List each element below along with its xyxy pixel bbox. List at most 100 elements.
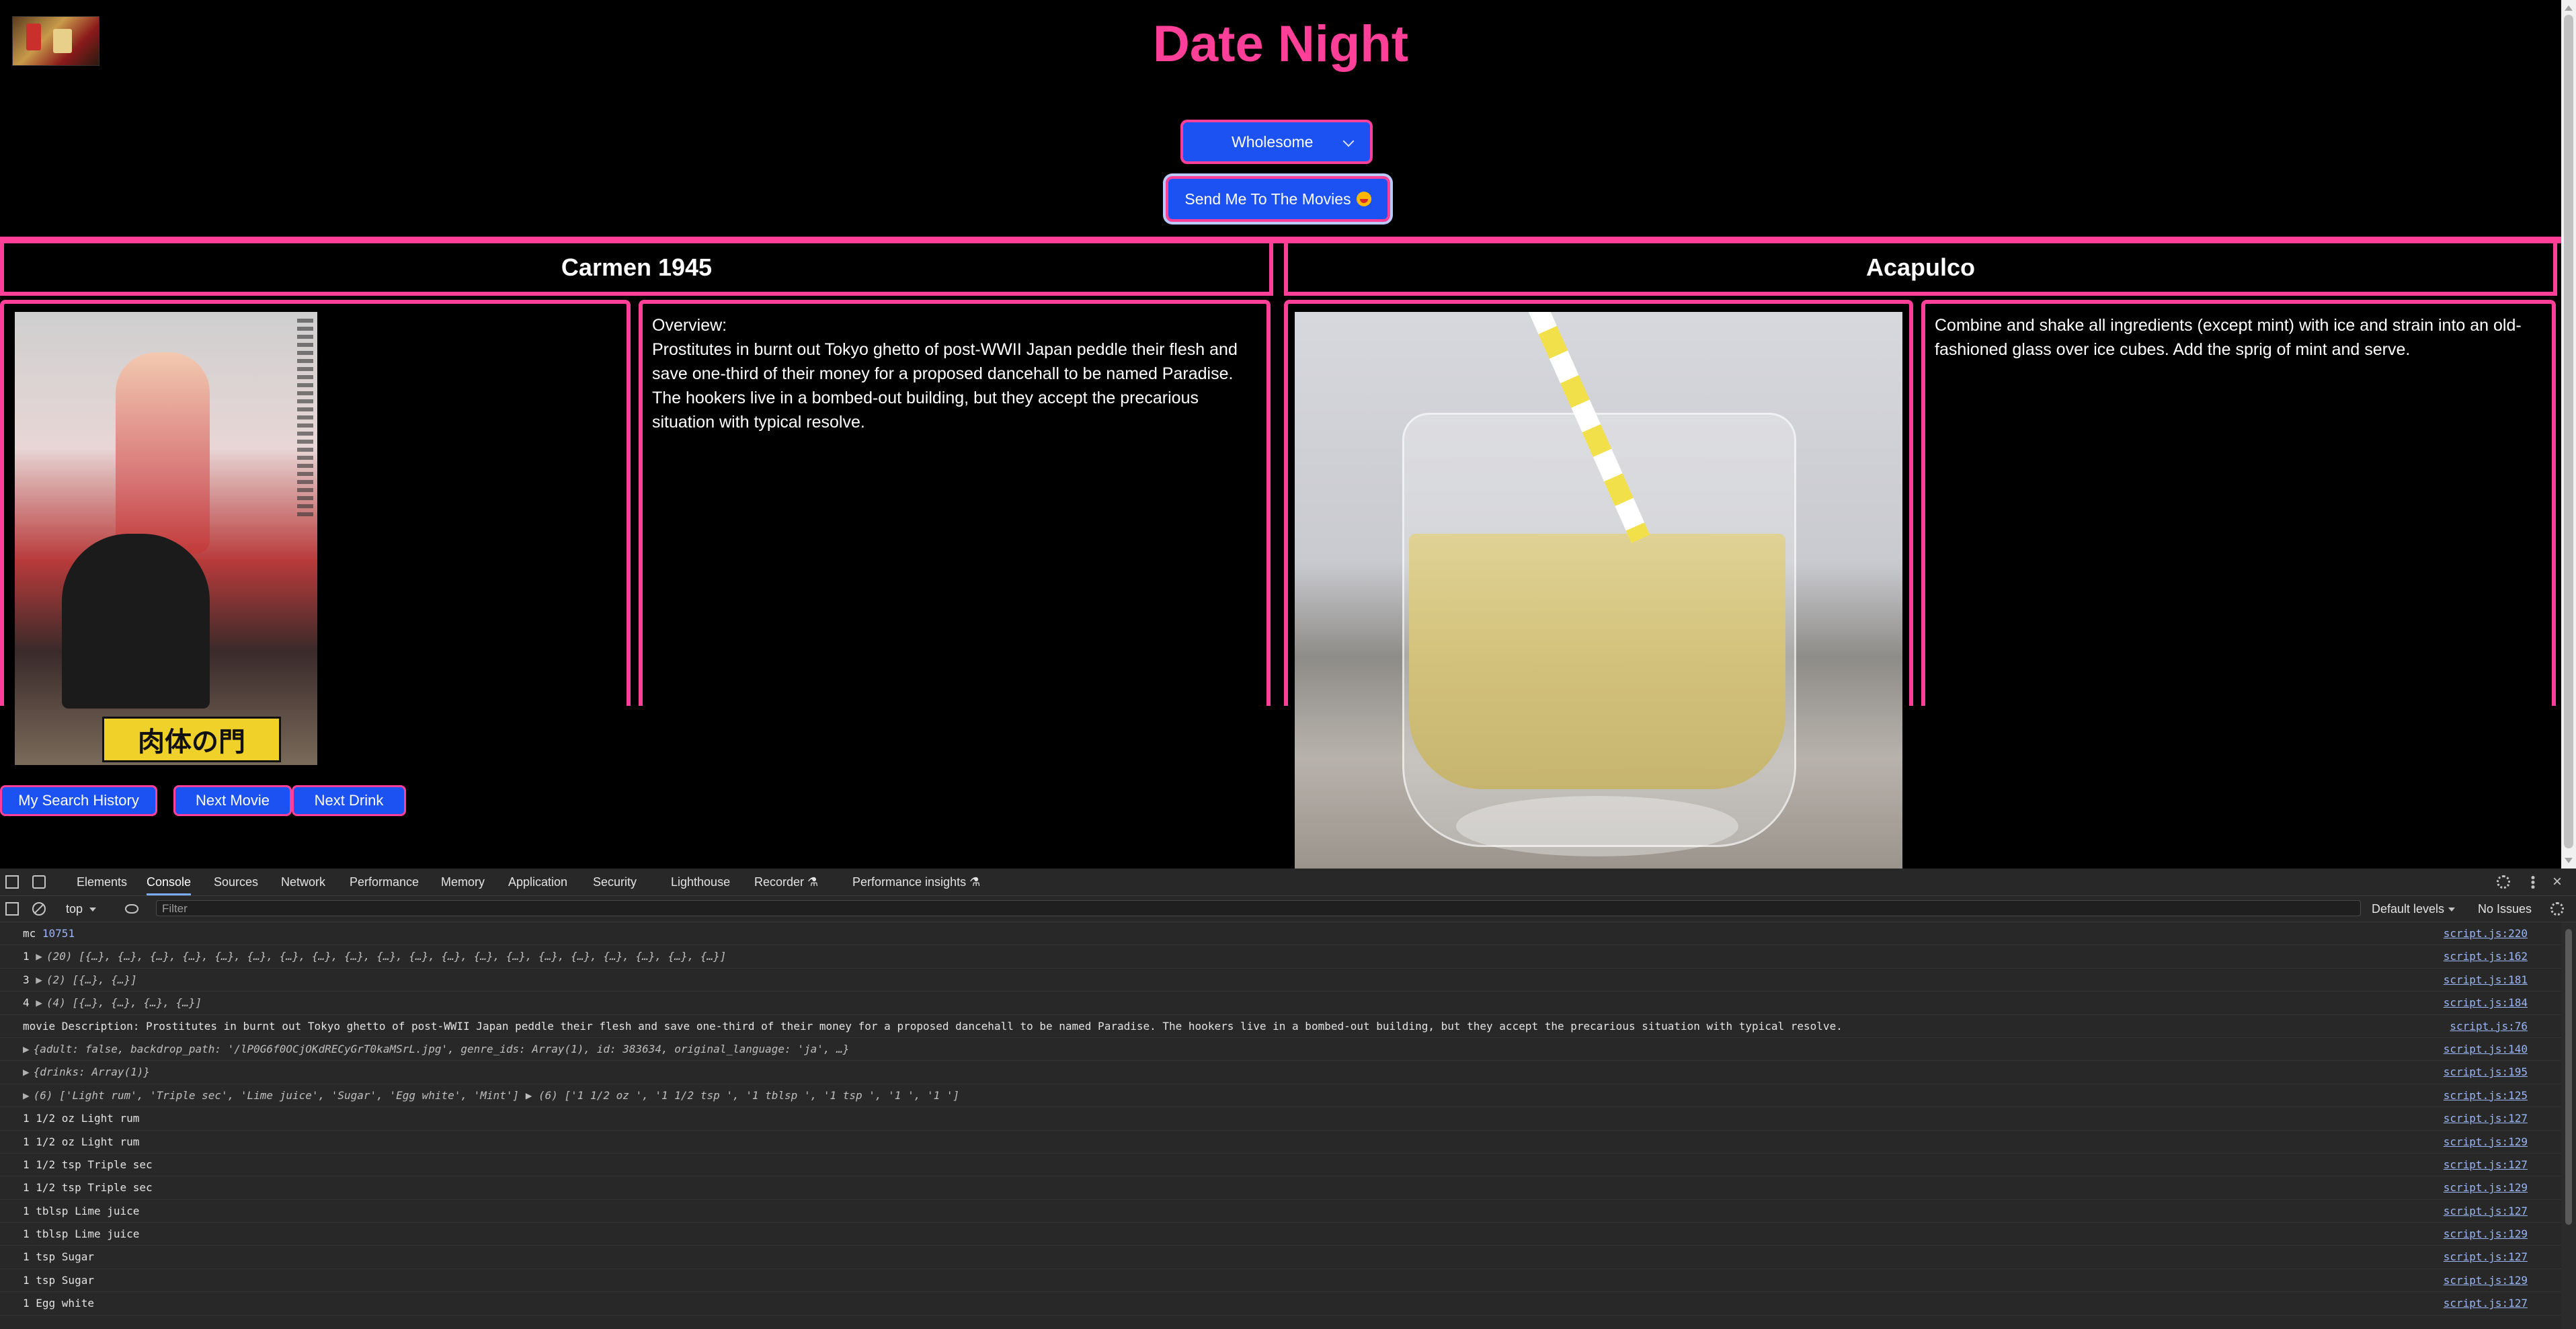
section-divider bbox=[0, 237, 2561, 243]
mood-select[interactable]: Wholesome bbox=[1180, 120, 1373, 164]
console-log-source-link[interactable]: script.js:127 bbox=[2444, 1154, 2528, 1176]
console-log-text: 1 1/2 tsp Triple sec bbox=[23, 1158, 153, 1171]
console-log-row[interactable]: 1 tblsp Lime juice script.js:127 bbox=[0, 1200, 2561, 1223]
expand-caret-icon[interactable]: ▶ bbox=[36, 996, 42, 1009]
device-toolbar-icon[interactable] bbox=[32, 875, 46, 889]
next-movie-label: Next Movie bbox=[195, 792, 270, 809]
more-options-icon[interactable] bbox=[2526, 875, 2540, 889]
console-log-message: 1 1/2 oz Light rum bbox=[23, 1107, 2360, 1129]
console-log-source-link[interactable]: script.js:127 bbox=[2444, 1246, 2528, 1268]
drink-instructions-panel: Combine and shake all ingredients (excep… bbox=[1921, 300, 2556, 706]
close-devtools-icon[interactable]: × bbox=[2550, 874, 2564, 890]
console-log-message: 1 Egg white bbox=[23, 1292, 2360, 1314]
scroll-up-arrow-icon[interactable] bbox=[2565, 5, 2573, 11]
expand-caret-icon[interactable]: ▶ bbox=[36, 950, 42, 963]
expand-caret-icon[interactable]: ▶ bbox=[23, 1043, 30, 1055]
movie-overview-panel: Overview: Prostitutes in burnt out Tokyo… bbox=[639, 300, 1271, 706]
tab-application[interactable]: Application bbox=[508, 869, 567, 895]
console-log-prefix: movie Description: bbox=[23, 1019, 140, 1033]
console-log-message: 1 tsp Sugar bbox=[23, 1269, 2360, 1291]
console-log-source-link[interactable]: script.js:220 bbox=[2444, 922, 2528, 944]
console-filter-input[interactable]: Filter bbox=[156, 900, 2361, 916]
drink-instructions-text: Combine and shake all ingredients (excep… bbox=[1935, 316, 2522, 359]
console-log-source-link[interactable]: script.js:129 bbox=[2444, 1223, 2528, 1245]
next-movie-button[interactable]: Next Movie bbox=[173, 785, 292, 816]
tab-network[interactable]: Network bbox=[281, 869, 325, 895]
console-scrollbar[interactable] bbox=[2561, 922, 2576, 1329]
console-log-row[interactable]: 1 1/2 tsp Triple sec script.js:127 bbox=[0, 1154, 2561, 1177]
log-levels-label: Default levels bbox=[2372, 902, 2445, 916]
page-title: Date Night bbox=[1153, 15, 1408, 73]
console-log-row[interactable]: 1 1/2 oz Light rum script.js:129 bbox=[0, 1131, 2561, 1154]
console-log-text: 1 1/2 oz Light rum bbox=[23, 1135, 140, 1148]
console-log-source-link[interactable]: script.js:129 bbox=[2444, 1176, 2528, 1199]
tab-elements[interactable]: Elements bbox=[77, 869, 127, 895]
console-log-source-link[interactable]: script.js:184 bbox=[2444, 992, 2528, 1014]
console-log-source-link[interactable]: script.js:129 bbox=[2444, 1131, 2528, 1153]
live-expression-eye-icon[interactable] bbox=[125, 904, 138, 914]
console-log-row[interactable]: 3 ▶ (2) [{…}, {…}] script.js:181 bbox=[0, 969, 2561, 992]
clear-console-icon[interactable] bbox=[32, 902, 46, 916]
page-scrollbar-thumb[interactable] bbox=[2564, 15, 2573, 848]
console-scrollbar-thumb[interactable] bbox=[2565, 929, 2572, 1225]
issues-counter[interactable]: No Issues bbox=[2478, 896, 2532, 922]
console-log-source-link[interactable]: script.js:181 bbox=[2444, 969, 2528, 991]
console-log-row[interactable]: 1 Egg white script.js:127 bbox=[0, 1292, 2561, 1316]
console-log-row[interactable]: 1 tsp Sugar script.js:129 bbox=[0, 1269, 2561, 1293]
console-log-source-link[interactable]: script.js:127 bbox=[2444, 1292, 2528, 1314]
tab-memory[interactable]: Memory bbox=[441, 869, 485, 895]
console-log-row[interactable]: 1 1/2 oz Light rum script.js:127 bbox=[0, 1107, 2561, 1131]
inspect-element-icon[interactable] bbox=[5, 875, 19, 889]
drink-title: Acapulco bbox=[1865, 253, 1976, 281]
expand-caret-icon[interactable]: ▶ bbox=[36, 973, 42, 986]
send-to-movies-button[interactable]: Send Me To The Movies bbox=[1166, 176, 1390, 222]
console-log-source-link[interactable]: script.js:127 bbox=[2444, 1200, 2528, 1222]
console-log-row[interactable]: movie Description: Prostitutes in burnt … bbox=[0, 1015, 2561, 1038]
search-history-label: My Search History bbox=[18, 792, 139, 809]
page-scrollbar[interactable] bbox=[2561, 0, 2576, 869]
tab-recorder[interactable]: Recorder ⚗ bbox=[754, 869, 818, 895]
console-log-source-link[interactable]: script.js:127 bbox=[2444, 1107, 2528, 1129]
console-log-message: ▶ {adult: false, backdrop_path: '/lP0G6f0… bbox=[23, 1038, 2360, 1060]
expand-caret-icon[interactable]: ▶ bbox=[23, 1065, 30, 1078]
console-log-source-link[interactable]: script.js:76 bbox=[2450, 1015, 2528, 1037]
tab-sources[interactable]: Sources bbox=[214, 869, 258, 895]
console-log-row[interactable]: 4 ▶ (4) [{…}, {…}, {…}, {…}] script.js:184 bbox=[0, 992, 2561, 1015]
scroll-down-arrow-icon[interactable] bbox=[2565, 858, 2573, 863]
console-settings-gear-icon[interactable] bbox=[2550, 902, 2564, 916]
tab-console[interactable]: Console bbox=[147, 869, 192, 895]
console-output: mc 10751 script.js:220 1 ▶ (20) [{…}, {…}, … bbox=[0, 922, 2561, 1329]
console-log-row[interactable]: mc 10751 script.js:220 bbox=[0, 922, 2561, 946]
expand-caret-icon[interactable]: ▶ bbox=[23, 1089, 30, 1102]
console-log-text: 10751 bbox=[42, 927, 75, 940]
search-history-button[interactable]: My Search History bbox=[0, 785, 157, 816]
console-log-row[interactable]: ▶ {adult: false, backdrop_path: '/lP0G6f0… bbox=[0, 1038, 2561, 1061]
console-log-text: 1 tblsp Lime juice bbox=[23, 1204, 140, 1217]
console-log-row[interactable]: 1 tblsp Lime juice script.js:129 bbox=[0, 1223, 2561, 1246]
tab-performance[interactable]: Performance bbox=[350, 869, 419, 895]
console-log-source-link[interactable]: script.js:195 bbox=[2444, 1061, 2528, 1083]
tab-lighthouse[interactable]: Lighthouse bbox=[671, 869, 730, 895]
console-log-text: 1 1/2 tsp Triple sec bbox=[23, 1181, 153, 1195]
tab-security[interactable]: Security bbox=[593, 869, 637, 895]
console-log-row[interactable]: 1 1/2 tsp Triple sec script.js:129 bbox=[0, 1176, 2561, 1200]
console-log-source-link[interactable]: script.js:129 bbox=[2444, 1269, 2528, 1291]
console-log-source-link[interactable]: script.js:162 bbox=[2444, 945, 2528, 967]
next-drink-button[interactable]: Next Drink bbox=[292, 785, 406, 816]
console-log-row[interactable]: 1 ▶ (20) [{…}, {…}, {…}, {…}, {…}, {…}, {… bbox=[0, 945, 2561, 969]
console-log-row[interactable]: ▶ {drinks: Array(1)} script.js:195 bbox=[0, 1061, 2561, 1084]
console-sidebar-icon[interactable] bbox=[5, 902, 19, 916]
chevron-down-icon bbox=[2448, 908, 2456, 912]
star-struck-emoji-icon bbox=[1356, 192, 1371, 206]
console-log-row[interactable]: 1 tsp Sugar script.js:127 bbox=[0, 1246, 2561, 1269]
console-log-message: 1 ▶ (20) [{…}, {…}, {…}, {…}, {…}, {…}, {… bbox=[23, 945, 2360, 967]
tab-performance-insights[interactable]: Performance insights ⚗ bbox=[852, 869, 980, 895]
context-selector[interactable]: top bbox=[66, 896, 97, 922]
context-label: top bbox=[66, 902, 83, 916]
log-levels-dropdown[interactable]: Default levels bbox=[2372, 896, 2456, 922]
console-log-source-link[interactable]: script.js:125 bbox=[2444, 1084, 2528, 1106]
settings-gear-icon[interactable] bbox=[2497, 875, 2510, 889]
console-log-source-link[interactable]: script.js:140 bbox=[2444, 1038, 2528, 1060]
console-log-text: 1 tsp Sugar bbox=[23, 1273, 94, 1287]
console-log-row[interactable]: ▶ (6) ['Light rum', 'Triple sec', 'Lime j… bbox=[0, 1084, 2561, 1108]
